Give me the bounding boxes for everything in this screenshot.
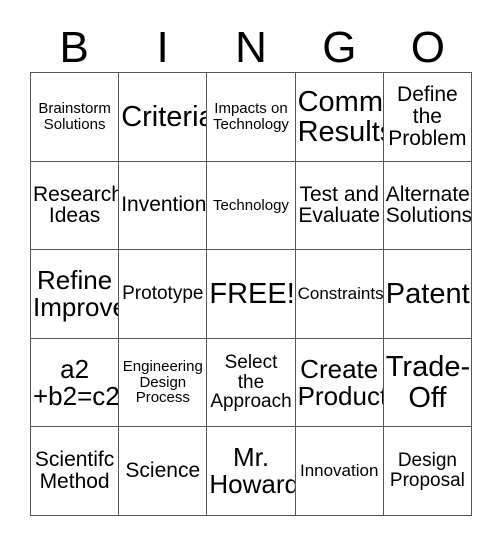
bingo-cell[interactable]: Innovation (295, 427, 384, 516)
bingo-cell[interactable]: Refine Improve (31, 250, 120, 339)
bingo-cell[interactable]: Constraints (295, 250, 384, 339)
bingo-cell-label: Prototype (122, 283, 204, 305)
bingo-cell[interactable]: FREE! (207, 250, 296, 339)
bingo-cell-label: Select the Approach (210, 351, 292, 413)
bingo-cell-label: FREE! (209, 277, 295, 310)
bingo-cell[interactable]: Mr. Howard (207, 427, 296, 516)
bingo-cell[interactable]: Select the Approach (207, 338, 296, 428)
bingo-cell[interactable]: Criteria (119, 73, 208, 162)
bingo-header-row: B I N G O (30, 12, 472, 70)
bingo-cell-label: Create Product (297, 353, 384, 411)
bingo-cell[interactable]: Prototype (119, 250, 208, 339)
bingo-cell[interactable]: Research Ideas (31, 161, 120, 251)
bingo-cell-label: Research Ideas (33, 182, 120, 228)
bingo-cell-label: Design Proposal (389, 450, 465, 492)
bingo-card: B I N G O Brainstorm Solutions Criteria Im… (0, 0, 500, 544)
bingo-cell-label: Technology (213, 196, 289, 214)
bingo-cell-label: Brainstorm Solutions (38, 100, 111, 133)
bingo-cell[interactable]: Impacts on Technology (207, 73, 296, 162)
bingo-cell-label: Patent (385, 277, 470, 310)
bingo-header-letter-n: N (235, 23, 267, 72)
bingo-cell[interactable]: Brainstorm Solutions (31, 73, 120, 162)
bingo-header-letter-g: G (322, 23, 357, 72)
bingo-cell[interactable]: a2 +b2=c2 (31, 338, 120, 428)
bingo-cell-label: Trade- Off (385, 351, 471, 414)
bingo-cell-label: Refine Improve (33, 264, 120, 322)
bingo-header-letter-o: O (410, 23, 445, 72)
bingo-cell[interactable]: Design Proposal (383, 427, 472, 516)
bingo-cell-label: Define the Problem (388, 83, 467, 150)
bingo-cell-label: Comm. Results (297, 85, 384, 148)
bingo-cell[interactable]: Trade- Off (383, 338, 472, 428)
bingo-header-letter-b: B (59, 23, 89, 72)
bingo-cell[interactable]: Create Product (295, 338, 384, 428)
bingo-cell-label: Constraints (297, 284, 384, 304)
bingo-cell-label: Science (125, 459, 201, 483)
bingo-cell-label: Criteria (121, 100, 208, 133)
bingo-cell[interactable]: Science (119, 427, 208, 516)
bingo-cell[interactable]: Patent (383, 250, 472, 339)
bingo-cell-label: Innovation (299, 461, 379, 481)
bingo-cell[interactable]: Alternate Solutions (383, 161, 472, 251)
bingo-cell-label: a2 +b2=c2 (33, 353, 120, 411)
bingo-cell[interactable]: Define the Problem (383, 73, 472, 162)
bingo-cell-label: Engineering Design Process (122, 358, 203, 407)
bingo-grid: Brainstorm Solutions Criteria Impacts on T… (30, 72, 472, 516)
bingo-cell[interactable]: Comm. Results (295, 73, 384, 162)
bingo-header-letter-i: I (156, 23, 169, 72)
bingo-cell-label: Test and Evaluate (298, 182, 381, 228)
bingo-cell[interactable]: Test and Evaluate (295, 161, 384, 251)
bingo-cell-label: Invention (121, 193, 207, 217)
bingo-cell-label: Alternate Solutions (385, 182, 472, 228)
bingo-cell[interactable]: Engineering Design Process (119, 338, 208, 428)
bingo-cell-label: Scientifc Method (34, 448, 115, 494)
bingo-cell-label: Impacts on Technology (213, 100, 289, 133)
bingo-cell-label: Mr. Howard (209, 442, 296, 500)
bingo-cell[interactable]: Invention (119, 161, 208, 251)
bingo-cell[interactable]: Technology (207, 161, 296, 251)
bingo-cell[interactable]: Scientifc Method (31, 427, 120, 516)
